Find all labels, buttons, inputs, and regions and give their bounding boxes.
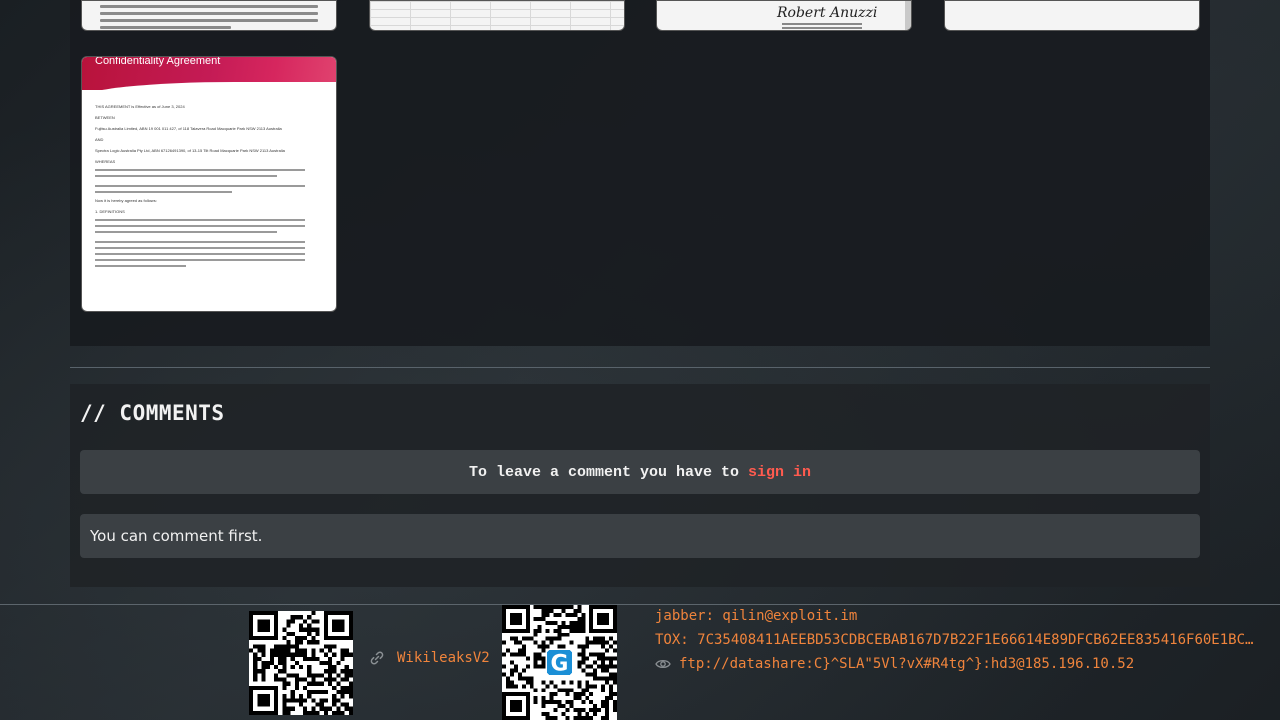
document-title: Confidentiality Agreement (95, 56, 221, 67)
document-header: Confidentiality Agreement (82, 56, 336, 98)
doc-line: AND (95, 137, 104, 142)
doc-line: Spectra Logic Australia Pty Ltd, ABN 671… (95, 148, 285, 153)
ftp-link[interactable]: ftp://datashare:C}^SLA"5Vl?vX#R4tg^}:hd3… (655, 656, 1275, 672)
attachment-thumbnail[interactable]: Robert Anuzzi (656, 0, 912, 31)
sign-in-link[interactable]: sign in (748, 464, 811, 481)
signin-prompt-box: To leave a comment you have to sign in (80, 450, 1200, 494)
qr-code (249, 611, 353, 715)
doc-line: WHEREAS (95, 159, 116, 164)
document-preview (82, 5, 336, 29)
signin-prompt-text: To leave a comment you have to (468, 463, 740, 481)
attachment-thumbnail[interactable] (944, 0, 1200, 31)
wikileaks-link[interactable]: WikileaksV2 (369, 650, 490, 666)
comments-heading: // COMMENTS (80, 401, 225, 425)
signature-caption (782, 23, 862, 29)
ftp-address: ftp://datashare:C}^SLA"5Vl?vX#R4tg^}:hd3… (679, 656, 1135, 672)
attachment-thumbnail[interactable] (369, 0, 625, 31)
empty-comments-box: You can comment first. (80, 514, 1200, 558)
doc-line: THIS AGREEMENT is Effective as of June 3… (95, 104, 185, 109)
comments-section: // COMMENTS To leave a comment you have … (70, 384, 1210, 587)
signature-image: Robert Anuzzi (777, 5, 878, 21)
qr-code-logo: G (502, 605, 617, 720)
spreadsheet-preview (370, 1, 624, 30)
doc-line: BETWEEN (95, 115, 115, 120)
attachment-thumbnail[interactable] (81, 0, 337, 31)
wikileaks-label: WikileaksV2 (397, 650, 490, 666)
doc-line: Now it is hereby agreed as follows: (95, 198, 157, 203)
eye-icon (655, 659, 671, 669)
tox-contact[interactable]: TOX: 7C35408411AEEBD53CDBCEBAB167D7B22F1… (655, 632, 1275, 648)
svg-text:G: G (551, 651, 569, 676)
document-body: THIS AGREEMENT is Effective as of June 3… (82, 90, 336, 267)
empty-comments-message: You can comment first. (90, 527, 263, 545)
attachment-thumbnail-confidentiality[interactable]: Confidentiality Agreement THIS AGREEMENT… (81, 56, 337, 312)
attachments-panel: Robert Anuzzi Confidentiality Agreement … (70, 0, 1210, 346)
jabber-contact[interactable]: jabber: qilin@exploit.im (655, 608, 1275, 624)
section-divider (70, 367, 1210, 368)
link-icon (370, 651, 384, 665)
footer-divider (0, 604, 1280, 605)
doc-line: 1. DEFINITIONS (95, 209, 125, 214)
doc-line: Fujitsu Australia Limited, ABN 19 001 01… (95, 126, 282, 131)
